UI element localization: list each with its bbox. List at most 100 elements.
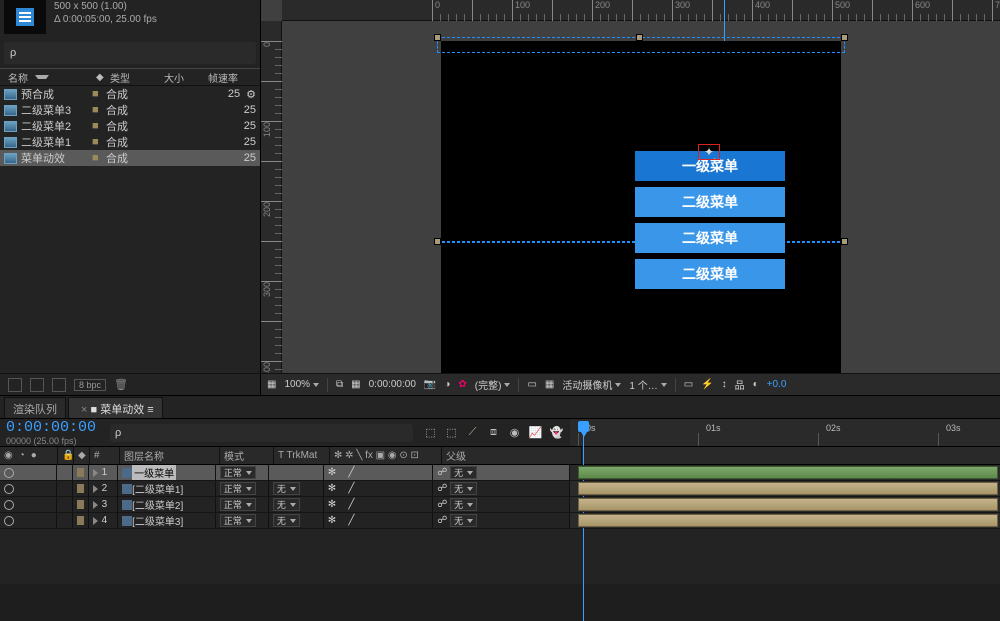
vertical-ruler[interactable]: 0100200300400 [261,21,282,373]
project-item[interactable]: 二级菜单3 ■合成 25 [0,102,260,118]
blend-mode-dropdown[interactable]: 正常 [220,482,256,495]
col-name-header[interactable]: 名称 [4,70,32,85]
layer-duration-bar[interactable] [578,514,998,527]
parent-dropdown[interactable]: 无 [450,466,477,479]
draft-3d-icon[interactable]: ⬚ [444,425,459,440]
chevron-right-icon[interactable] [93,501,98,509]
menu-item[interactable]: 二级菜单 [635,223,785,253]
trkmat-dropdown[interactable]: 无 [273,514,300,527]
layer-duration-bar[interactable] [578,466,998,479]
tab-composition[interactable]: × ■ 菜单动效 ≡ [68,397,163,418]
visibility-toggle[interactable] [4,468,14,478]
timeline-ruler[interactable]: 0s01s02s03s [570,419,1000,446]
show-channel-icon[interactable]: ◑ [444,379,450,390]
graph-editor-icon[interactable]: 📈 [528,425,543,440]
exposure-value[interactable]: +0.0 [767,379,787,390]
label-color[interactable] [77,516,84,525]
frame-blend-icon[interactable]: ⧈ [486,425,501,440]
resolution-dropdown[interactable]: (完整) [475,377,511,392]
shy-icon[interactable]: ⟋ [465,425,480,440]
timeline-playhead[interactable] [578,421,589,432]
label-color[interactable] [77,500,84,509]
composition-thumbnail[interactable] [4,0,46,34]
col-fps-header[interactable]: 帧速率 [204,70,260,85]
bpc-toggle[interactable]: 8 bpc [74,379,106,391]
solo-switch-icon[interactable]: ● [31,450,37,461]
col-trkmat[interactable]: T TrkMat [278,450,317,461]
timeline-layer-row[interactable]: 2 [二级菜单1] 正常 无 ✻ ╱ ☍ 无 [0,481,1000,497]
project-item[interactable]: 二级菜单2 ■合成 25 [0,118,260,134]
label-color[interactable] [77,484,84,493]
blend-mode-dropdown[interactable]: 正常 [220,514,256,527]
time-display[interactable]: 0:00:00:00 [369,379,416,390]
project-item[interactable]: 二级菜单1 ■合成 25 [0,134,260,150]
chevron-right-icon[interactable] [93,469,98,477]
lock-icon[interactable]: 🔒 [62,450,74,461]
interpret-footage-icon[interactable] [8,378,22,392]
audio-switch-icon[interactable]: ◔ [19,450,25,461]
col-layer-name[interactable]: 图层名称 [124,448,164,463]
chevron-right-icon[interactable] [93,517,98,525]
col-mode[interactable]: 模式 [224,448,244,463]
current-time-input[interactable]: 0:00:00:00 [6,419,96,436]
parent-pickwhip-icon[interactable]: ☍ [437,467,447,478]
parent-pickwhip-icon[interactable]: ☍ [437,499,447,510]
menu-item[interactable]: 二级菜单 [635,259,785,289]
trkmat-dropdown[interactable]: 无 [273,482,300,495]
pixel-aspect-icon[interactable]: ▭ [684,379,693,390]
blend-mode-dropdown[interactable]: 正常 [220,466,256,479]
exposure-reset-icon[interactable]: ◐ [753,379,759,390]
timeline-search-input[interactable]: ρ [110,424,413,442]
parent-dropdown[interactable]: 无 [450,482,477,495]
motion-blur-icon[interactable]: ◉ [507,425,522,440]
visibility-toggle[interactable] [4,500,14,510]
tab-render-queue[interactable]: 渲染队列 [4,397,66,418]
chevron-right-icon[interactable] [93,485,98,493]
trash-icon[interactable]: 🗑 [114,378,128,391]
trkmat-dropdown[interactable]: 无 [273,498,300,511]
parent-dropdown[interactable]: 无 [450,498,477,511]
composition-canvas[interactable]: 一级菜单二级菜单二级菜单二级菜单 ✦ [441,41,841,373]
project-item[interactable]: 菜单动效 ■合成 25 [0,150,260,166]
camera-dropdown[interactable]: 活动摄像机 [562,377,621,392]
snapshot-icon[interactable]: 📷 [424,379,436,390]
parent-pickwhip-icon[interactable]: ☍ [437,515,447,526]
col-type-header[interactable]: 类型 [106,70,160,85]
grid-icon[interactable]: ▦ [351,379,360,390]
always-preview-icon[interactable]: ▦ [267,379,276,390]
fast-previews-icon[interactable]: ⚡ [701,379,713,390]
label-icon[interactable]: ◆ [78,450,86,461]
new-comp-icon[interactable] [52,378,66,392]
comp-mini-flowchart-icon[interactable]: ⬚ [423,425,438,440]
parent-pickwhip-icon[interactable]: ☍ [437,483,447,494]
col-size-header[interactable]: 大小 [160,70,204,85]
transparency-grid-icon[interactable]: ▦ [545,379,554,390]
magnification-dropdown[interactable]: 100% [284,379,319,390]
tag-icon[interactable]: ◆ [92,72,106,83]
timeline-layer-row[interactable]: 3 [二级菜单2] 正常 无 ✻ ╱ ☍ 无 [0,497,1000,513]
menu-item[interactable]: 二级菜单 [635,187,785,217]
horizontal-ruler[interactable]: 0100200300400500600700 [282,0,1000,21]
blend-mode-dropdown[interactable]: 正常 [220,498,256,511]
visibility-toggle[interactable] [4,516,14,526]
flowchart-icon[interactable]: 品 [735,377,745,392]
layer-duration-bar[interactable] [578,498,998,511]
project-search-input[interactable]: ρ [4,42,256,64]
timeline-icon[interactable]: ↕ [722,379,727,390]
roi-icon[interactable]: ▭ [527,379,536,390]
label-color[interactable] [77,468,84,477]
project-item[interactable]: 预合成 ■合成 25 ⚙ [0,86,260,102]
visibility-toggle[interactable] [4,484,14,494]
views-dropdown[interactable]: 1 个… [629,377,666,392]
new-folder-icon[interactable] [30,378,44,392]
parent-dropdown[interactable]: 无 [450,514,477,527]
timeline-layer-row[interactable]: 4 [二级菜单3] 正常 无 ✻ ╱ ☍ 无 [0,513,1000,529]
resolution-icon[interactable]: ⧉ [336,379,343,390]
timeline-layer-row[interactable]: 1 一级菜单 正常 ✻ ╱ ☍ 无 [0,465,1000,481]
close-icon[interactable]: × [81,404,87,416]
ghost-icon[interactable]: 👻 [549,425,564,440]
layer-duration-bar[interactable] [578,482,998,495]
anchor-point-icon[interactable]: ✦ [698,144,720,160]
col-parent[interactable]: 父级 [446,448,466,463]
video-switch-icon[interactable]: ◉ [4,450,13,461]
